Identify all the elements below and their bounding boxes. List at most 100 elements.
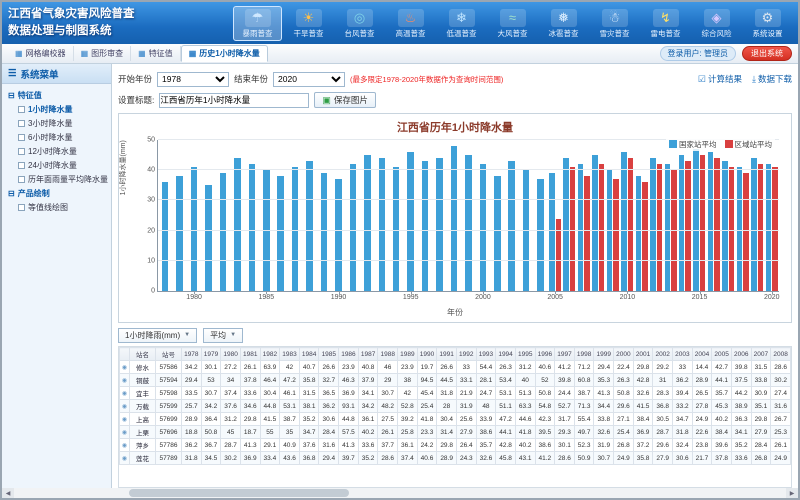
- sidebar-item-12小时降水量[interactable]: 12小时降水量: [18, 146, 109, 157]
- sidebar-group-特征值[interactable]: ⊟特征值: [8, 90, 109, 101]
- sidebar-item-24小时降水量[interactable]: 24小时降水量: [18, 160, 109, 171]
- bar-national[interactable]: [422, 161, 428, 291]
- table-row[interactable]: ◉万载5759925.734.237.634.644.853.138.136.2…: [120, 400, 791, 413]
- checkbox-icon[interactable]: [18, 120, 25, 127]
- table-row[interactable]: ◉萍乡5778636.236.728.741.329.140.937.631.6…: [120, 439, 791, 452]
- toolbar-button[interactable]: ↯雷电普查: [641, 6, 690, 41]
- bar-regional[interactable]: [657, 164, 662, 291]
- bar-regional[interactable]: [628, 158, 633, 291]
- bar-national[interactable]: [693, 149, 698, 291]
- checkbox-icon[interactable]: [18, 162, 25, 169]
- bar-national[interactable]: [722, 161, 727, 291]
- checkbox-icon[interactable]: [18, 106, 25, 113]
- bar-regional[interactable]: [700, 155, 705, 291]
- table-row[interactable]: ◉修水5758634.230.127.226.163.94240.726.623…: [120, 361, 791, 374]
- sidebar-item-等值线绘图[interactable]: 等值线绘图: [18, 202, 109, 213]
- toolbar-button[interactable]: ❄低温普查: [437, 6, 486, 41]
- toolbar-button[interactable]: ≈大风普查: [488, 6, 537, 41]
- bar-national[interactable]: [451, 146, 457, 291]
- bar-national[interactable]: [234, 158, 240, 291]
- checkbox-icon[interactable]: [18, 176, 25, 183]
- sidebar-group-产品绘制[interactable]: ⊟产品绘制: [8, 188, 109, 199]
- bar-national[interactable]: [621, 152, 626, 291]
- bar-national[interactable]: [407, 152, 413, 291]
- scroll-left-icon[interactable]: ◀: [2, 488, 14, 498]
- scroll-right-icon[interactable]: ▶: [786, 488, 798, 498]
- toolbar-button[interactable]: ☂暴雨普查: [233, 6, 282, 41]
- toolbar-button[interactable]: ❅冰雹普查: [539, 6, 588, 41]
- checkbox-icon[interactable]: [18, 134, 25, 141]
- logout-button[interactable]: 退出系统: [742, 46, 792, 61]
- bar-national[interactable]: [751, 158, 756, 291]
- bar-regional[interactable]: [613, 179, 618, 291]
- sidebar-item-历年面雨量平均降水量[interactable]: 历年面雨量平均降水量: [18, 174, 109, 185]
- sidebar-item-3小时降水量[interactable]: 3小时降水量: [18, 118, 109, 129]
- bar-national[interactable]: [364, 155, 370, 291]
- bar-national[interactable]: [679, 155, 684, 291]
- bar-national[interactable]: [549, 173, 554, 291]
- bar-national[interactable]: [379, 158, 385, 291]
- toolbar-button[interactable]: ☀干旱普查: [284, 6, 333, 41]
- scrollbar-track[interactable]: [14, 488, 786, 498]
- table-row[interactable]: ◉上高5769928.936.431.229.841.538.735.230.6…: [120, 413, 791, 426]
- sidebar-item-6小时降水量[interactable]: 6小时降水量: [18, 132, 109, 143]
- bar-national[interactable]: [176, 176, 182, 291]
- bar-regional[interactable]: [685, 161, 690, 291]
- table-row[interactable]: ◉莲花5778931.834.530.236.933.443.636.829.4…: [120, 452, 791, 465]
- tab-特征值[interactable]: ▦特征值: [131, 46, 181, 61]
- table-row[interactable]: ◉宜丰5759833.530.737.433.630.446.131.536.5…: [120, 387, 791, 400]
- scrollbar-thumb[interactable]: [129, 489, 349, 497]
- bar-regional[interactable]: [714, 158, 719, 291]
- bar-regional[interactable]: [584, 176, 589, 291]
- bar-national[interactable]: [508, 161, 514, 291]
- bar-national[interactable]: [321, 173, 327, 291]
- bar-national[interactable]: [249, 164, 255, 291]
- save-image-button[interactable]: ▣ 保存图片: [314, 92, 376, 108]
- bar-national[interactable]: [480, 164, 486, 291]
- toolbar-button[interactable]: ⚙系统设置: [743, 6, 792, 41]
- chart-title-input[interactable]: [159, 93, 309, 108]
- value-cell: 36.9: [339, 387, 359, 400]
- table-row[interactable]: ◉铜鼓5759429.4533437.846.447.235.832.746.3…: [120, 374, 791, 387]
- tab-历史1小时降水量[interactable]: ▦历史1小时降水量: [181, 45, 268, 62]
- bar-national[interactable]: [494, 176, 500, 291]
- bar-national[interactable]: [665, 164, 670, 291]
- checkbox-icon[interactable]: [18, 204, 25, 211]
- calculate-button[interactable]: ☑ 计算结果: [698, 73, 742, 85]
- toolbar-button[interactable]: ☃雪灾普查: [590, 6, 639, 41]
- table-row[interactable]: ◉上栗5769618.850.84518.7553534.728.457.540…: [120, 426, 791, 439]
- bar-national[interactable]: [465, 155, 471, 291]
- value-cell: 34.2: [182, 361, 202, 374]
- tab-图形审查[interactable]: ▦图形审查: [74, 46, 132, 61]
- toolbar-button[interactable]: ♨高温普查: [386, 6, 435, 41]
- bar-national[interactable]: [563, 158, 568, 291]
- start-year-select[interactable]: 1978: [157, 72, 229, 87]
- bar-national[interactable]: [592, 155, 597, 291]
- bar-regional[interactable]: [758, 164, 763, 291]
- bar-national[interactable]: [636, 176, 641, 291]
- bar-national[interactable]: [350, 164, 356, 291]
- bar-national[interactable]: [306, 161, 312, 291]
- tab-网格编校器[interactable]: ▦网格编校器: [8, 46, 74, 61]
- table-filter-dropdown[interactable]: 1小时降雨(mm) ▼: [118, 328, 197, 343]
- toolbar-button[interactable]: ◎台风普查: [335, 6, 384, 41]
- download-button[interactable]: ⤓ 数据下载: [752, 73, 792, 85]
- toolbar-button[interactable]: ◈综合风险: [692, 6, 741, 41]
- end-year-select[interactable]: 2020: [273, 72, 345, 87]
- bar-national[interactable]: [708, 152, 713, 291]
- horizontal-scrollbar[interactable]: ◀ ▶: [2, 488, 798, 498]
- bar-national[interactable]: [335, 179, 341, 291]
- checkbox-icon[interactable]: [18, 148, 25, 155]
- bar-regional[interactable]: [743, 173, 748, 291]
- bar-national[interactable]: [650, 158, 655, 291]
- sidebar-item-1小时降水量[interactable]: 1小时降水量: [18, 104, 109, 115]
- bar-national[interactable]: [277, 176, 283, 291]
- bar-national[interactable]: [205, 185, 211, 291]
- bar-national[interactable]: [436, 158, 442, 291]
- bar-regional[interactable]: [599, 164, 604, 291]
- bar-national[interactable]: [766, 164, 771, 291]
- bar-national[interactable]: [578, 164, 583, 291]
- bar-national[interactable]: [220, 173, 226, 291]
- bar-national[interactable]: [537, 179, 543, 291]
- aggregation-dropdown[interactable]: 平均 ▼: [203, 328, 243, 343]
